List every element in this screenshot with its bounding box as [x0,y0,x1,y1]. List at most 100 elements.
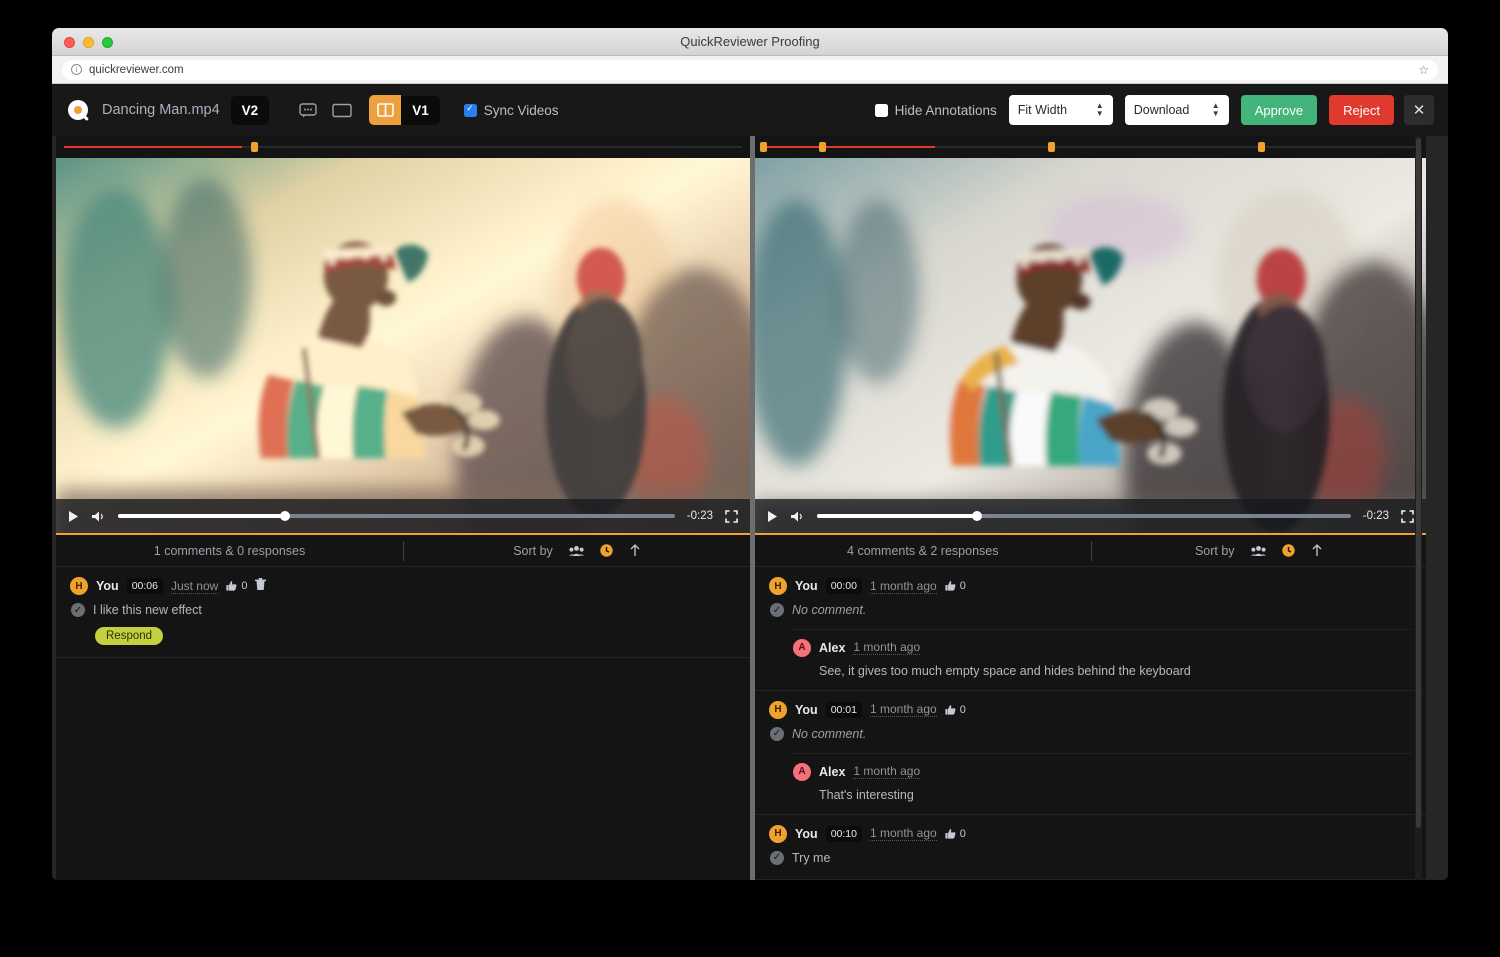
like-button[interactable]: 0 [945,828,966,840]
avatar[interactable]: A [793,763,811,781]
timeline-marker[interactable] [819,142,826,152]
comment-body: ✓Try me [769,850,1412,867]
avatar[interactable]: H [769,825,787,843]
version-badge-v2[interactable]: V2 [231,96,270,125]
resolved-check-icon[interactable]: ✓ [770,603,784,617]
volume-icon[interactable] [790,510,805,523]
hide-annotations-checkbox[interactable] [875,104,888,117]
right-video-player[interactable]: -0:23 [755,158,1426,533]
comment-body: ✓No comment. [769,602,1412,619]
hide-annotations-label: Hide Annotations [895,103,997,118]
fullscreen-icon[interactable] [725,510,738,523]
right-comment-list[interactable]: HYou00:001 month ago0✓No comment.AAlex1 … [755,567,1426,880]
clock-icon[interactable] [600,544,613,557]
approve-button[interactable]: Approve [1241,95,1317,125]
hide-annotations-toggle[interactable]: Hide Annotations [875,103,997,118]
avatar[interactable]: H [769,701,787,719]
comment-timecode[interactable]: 00:06 [127,578,163,594]
play-icon[interactable] [68,510,79,523]
window-titlebar: QuickReviewer Proofing [52,28,1448,56]
right-sort-controls[interactable]: Sort by [1092,544,1427,558]
avatar[interactable]: H [70,577,88,595]
left-sort-controls[interactable]: Sort by [404,544,750,558]
fit-width-select[interactable]: Fit Width ▲▼ [1009,95,1113,125]
site-info-icon[interactable]: i [71,64,82,75]
timeline-progress [64,146,242,148]
respond-button[interactable]: Respond [95,627,163,645]
address-field[interactable]: i quickreviewer.com ☆ [62,60,1438,80]
right-video-frame[interactable] [755,158,1426,533]
side-by-side-view-icon[interactable] [369,95,401,125]
avatar[interactable]: H [769,577,787,595]
right-annotation-timeline[interactable] [755,136,1426,158]
fullscreen-icon[interactable] [1401,510,1414,523]
left-seek-bar[interactable] [118,514,675,518]
bookmark-star-icon[interactable]: ☆ [1418,63,1429,77]
play-icon[interactable] [767,510,778,523]
left-video-pane: -0:23 1 comments & 0 responses Sort by [56,136,750,880]
compare-view-toggle[interactable]: V1 [369,95,440,125]
left-video-player[interactable]: -0:23 [56,158,750,533]
comment-reply[interactable]: AAlex1 month agoThat's interesting [793,753,1412,802]
right-panel-scrollbar[interactable] [1415,136,1422,880]
seek-knob[interactable] [280,511,290,521]
left-annotation-timeline[interactable] [56,136,750,158]
left-comment-list[interactable]: HYou00:06Just now0✓I like this new effec… [56,567,750,880]
comment-timecode[interactable]: 00:01 [826,702,862,718]
arrow-up-icon[interactable] [629,544,641,557]
comment-item[interactable]: HYou00:101 month ago0✓Try me [755,815,1426,880]
timeline-marker[interactable] [760,142,767,152]
comment-timestamp: 1 month ago [870,579,937,594]
right-comments-panel: 4 comments & 2 responses Sort by [755,533,1426,880]
sync-videos-toggle[interactable]: Sync Videos [464,103,559,118]
close-window-button[interactable] [64,37,75,48]
clock-icon[interactable] [1282,544,1295,557]
like-button[interactable]: 0 [226,580,247,592]
comment-item[interactable]: HYou00:06Just now0✓I like this new effec… [56,567,750,658]
window-traffic-lights[interactable] [64,37,113,48]
chevron-updown-icon: ▲▼ [1096,102,1104,118]
right-comments-count: 4 comments & 2 responses [755,544,1091,558]
comment-bubble-icon[interactable] [291,95,325,125]
delete-comment-icon[interactable] [255,578,266,594]
like-button[interactable]: 0 [945,704,966,716]
scrollbar-thumb[interactable] [1416,138,1421,828]
right-seek-bar[interactable] [817,514,1351,518]
like-button[interactable]: 0 [945,580,966,592]
right-comments-header: 4 comments & 2 responses Sort by [755,535,1426,567]
timeline-marker[interactable] [251,142,258,152]
close-button[interactable]: ✕ [1404,95,1434,125]
window-title: QuickReviewer Proofing [52,34,1448,49]
volume-icon[interactable] [91,510,106,523]
timeline-marker[interactable] [1258,142,1265,152]
resolved-check-icon[interactable]: ✓ [770,851,784,865]
comment-timestamp: 1 month ago [870,702,937,717]
version-badge-v1[interactable]: V1 [401,96,440,125]
timeline-marker[interactable] [1048,142,1055,152]
comment-timecode[interactable]: 00:10 [826,826,862,842]
minimize-window-button[interactable] [83,37,94,48]
seek-knob[interactable] [972,511,982,521]
people-icon[interactable] [569,545,584,557]
single-view-icon[interactable] [325,95,359,125]
comment-reply[interactable]: AAlex1 month agoSee, it gives too much e… [793,629,1412,678]
avatar[interactable]: A [793,639,811,657]
maximize-window-button[interactable] [102,37,113,48]
right-video-image [755,158,1426,533]
comment-timestamp: 1 month ago [870,826,937,841]
sync-videos-checkbox[interactable] [464,104,477,117]
reject-button[interactable]: Reject [1329,95,1394,125]
arrow-up-icon[interactable] [1311,544,1323,557]
resolved-check-icon[interactable]: ✓ [770,727,784,741]
comment-item[interactable]: HYou00:001 month ago0✓No comment.AAlex1 … [755,567,1426,691]
resolved-check-icon[interactable]: ✓ [71,603,85,617]
url-text: quickreviewer.com [89,64,184,76]
people-icon[interactable] [1251,545,1266,557]
comment-timecode[interactable]: 00:00 [826,578,862,594]
seek-fill [817,514,977,518]
download-select[interactable]: Download ▲▼ [1125,95,1229,125]
left-video-frame[interactable] [56,158,750,533]
right-player-controls[interactable]: -0:23 [755,499,1426,533]
left-player-controls[interactable]: -0:23 [56,499,750,533]
comment-item[interactable]: HYou00:011 month ago0✓No comment.AAlex1 … [755,691,1426,815]
